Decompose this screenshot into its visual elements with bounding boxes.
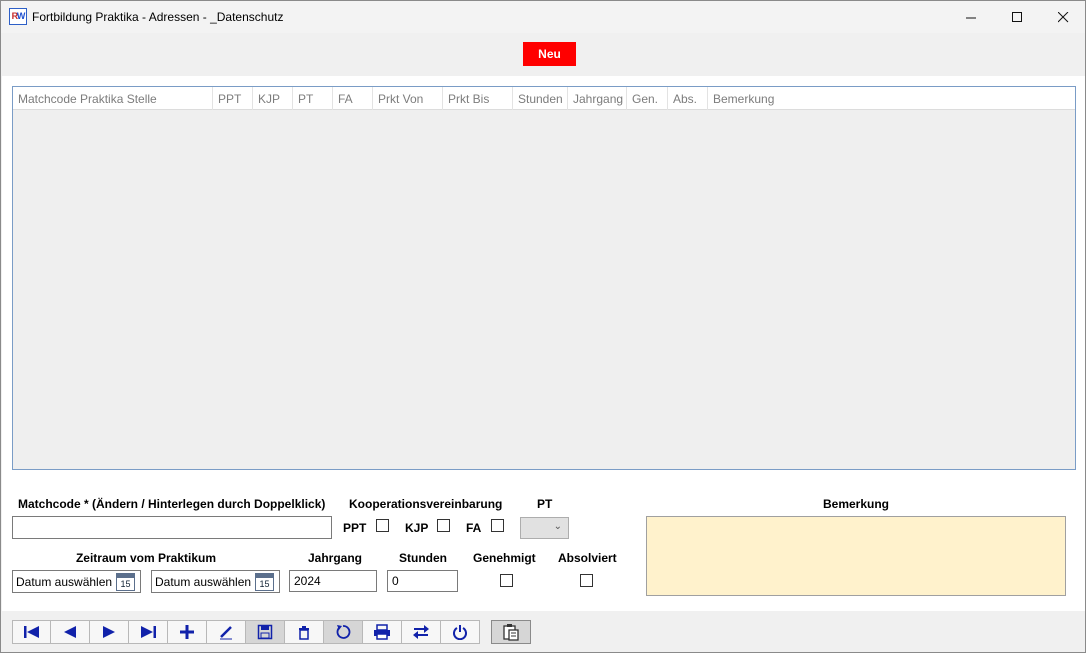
kjp-checkbox[interactable] (437, 519, 450, 532)
save-icon (257, 624, 273, 640)
calendar-icon[interactable]: 15 (255, 573, 274, 591)
refresh-icon (336, 625, 351, 639)
column-matchcode[interactable]: Matchcode Praktika Stelle (13, 87, 213, 110)
calendar-icon[interactable]: 15 (116, 573, 135, 591)
date-from-picker[interactable]: Datum auswählen 15 (12, 570, 141, 593)
print-button[interactable] (363, 620, 402, 644)
edit-icon (220, 626, 232, 640)
column-abs[interactable]: Abs. (668, 87, 708, 110)
neu-button[interactable]: Neu (523, 42, 576, 66)
date-to-picker[interactable]: Datum auswählen 15 (151, 570, 280, 593)
next-record-button[interactable] (90, 620, 129, 644)
clipboard-button[interactable] (491, 620, 531, 644)
delete-button[interactable] (285, 620, 324, 644)
zeitraum-label: Zeitraum vom Praktikum (75, 551, 217, 565)
pt-label: PT (537, 497, 553, 511)
swap-icon (413, 625, 429, 639)
first-record-icon (23, 626, 39, 638)
date-from-value: Datum auswählen (16, 575, 113, 589)
last-record-icon (141, 626, 156, 638)
matchcode-field[interactable] (12, 516, 332, 539)
last-record-button[interactable] (129, 620, 168, 644)
column-stunden[interactable]: Stunden (513, 87, 568, 110)
column-bemerkung[interactable]: Bemerkung (708, 87, 1075, 110)
matchcode-label: Matchcode * (Ändern / Hinterlegen durch … (18, 497, 326, 511)
title-bar[interactable]: RW Fortbildung Praktika - Adressen - _Da… (1, 1, 1085, 33)
column-jahrgang[interactable]: Jahrgang (568, 87, 627, 110)
jahrgang-label: Jahrgang (308, 551, 363, 565)
maximize-button[interactable] (994, 1, 1040, 33)
genehmigt-checkbox[interactable] (500, 574, 513, 587)
save-button[interactable] (246, 620, 285, 644)
minimize-icon (965, 17, 976, 18)
stunden-label: Stunden (399, 551, 447, 565)
absolviert-label: Absolviert (558, 551, 617, 565)
pt-dropdown[interactable]: ⌄ (520, 517, 569, 539)
ppt-checkbox-label: PPT (343, 521, 367, 535)
add-icon (180, 625, 194, 639)
maximize-icon (1011, 11, 1022, 22)
delete-icon (299, 626, 309, 640)
date-to-value: Datum auswählen (155, 575, 252, 589)
minimize-button[interactable] (948, 1, 994, 33)
column-prkt-bis[interactable]: Prkt Bis (443, 87, 513, 110)
add-button[interactable] (168, 620, 207, 644)
previous-record-button[interactable] (51, 620, 90, 644)
fa-checkbox-label: FA (466, 521, 482, 535)
power-icon (453, 625, 467, 640)
chevron-down-icon: ⌄ (553, 521, 562, 532)
records-table[interactable]: Matchcode Praktika Stelle PPT KJP PT FA … (12, 86, 1076, 470)
table-header: Matchcode Praktika Stelle PPT KJP PT FA … (13, 87, 1075, 110)
genehmigt-label: Genehmigt (473, 551, 536, 565)
kooperation-label: Kooperationsvereinbarung (349, 497, 503, 511)
close-icon (1057, 11, 1068, 22)
jahrgang-field[interactable]: 2024 (289, 570, 377, 592)
edit-button[interactable] (207, 620, 246, 644)
fa-checkbox[interactable] (491, 519, 504, 532)
column-prkt-von[interactable]: Prkt Von (373, 87, 443, 110)
first-record-button[interactable] (12, 620, 51, 644)
window-title: Fortbildung Praktika - Adressen - _Daten… (32, 10, 284, 24)
kjp-checkbox-label: KJP (405, 521, 429, 535)
print-icon (374, 624, 390, 640)
refresh-button[interactable] (324, 620, 363, 644)
next-record-icon (103, 626, 115, 638)
column-kjp[interactable]: KJP (253, 87, 293, 110)
application-window: RW Fortbildung Praktika - Adressen - _Da… (0, 0, 1086, 653)
absolviert-checkbox[interactable] (580, 574, 593, 587)
ppt-checkbox[interactable] (376, 519, 389, 532)
stunden-field[interactable]: 0 (387, 570, 458, 592)
close-button[interactable] (1040, 1, 1086, 33)
app-icon: RW (9, 8, 27, 25)
clipboard-icon (503, 624, 519, 641)
power-button[interactable] (441, 620, 480, 644)
bemerkung-field[interactable] (646, 516, 1066, 596)
column-fa[interactable]: FA (333, 87, 373, 110)
column-pt[interactable]: PT (293, 87, 333, 110)
column-gen[interactable]: Gen. (627, 87, 668, 110)
column-ppt[interactable]: PPT (213, 87, 253, 110)
swap-button[interactable] (402, 620, 441, 644)
bemerkung-label: Bemerkung (822, 497, 890, 511)
navigation-toolbar (12, 620, 480, 644)
previous-record-icon (64, 626, 76, 638)
